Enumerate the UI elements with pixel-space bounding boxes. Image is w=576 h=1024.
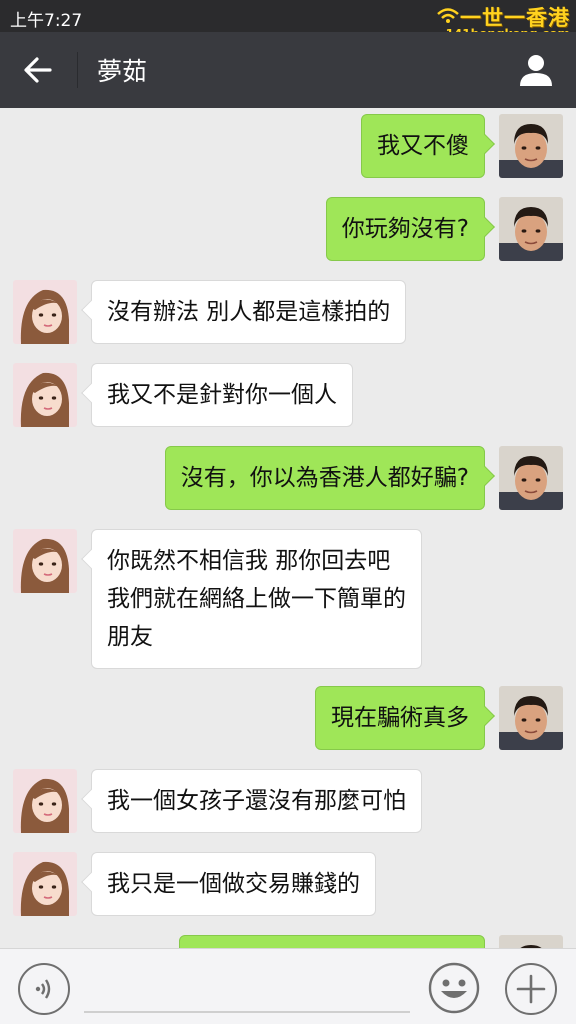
person-icon xyxy=(520,55,552,86)
my-avatar[interactable] xyxy=(499,114,563,178)
status-time: 上午7:27 xyxy=(10,11,83,31)
my-avatar[interactable] xyxy=(499,686,563,750)
sent-message-bubble[interactable] xyxy=(179,935,485,948)
my-avatar[interactable] xyxy=(499,197,563,261)
more-button[interactable] xyxy=(505,963,557,1015)
sent-message-bubble[interactable]: 現在騙術真多 xyxy=(315,686,495,750)
voice-button[interactable] xyxy=(18,963,70,1015)
message-text: 沒有，你以為香港人都好騙? xyxy=(180,465,469,491)
bubble-tail xyxy=(81,300,101,320)
chat-header: 夢茹 xyxy=(0,32,576,108)
message-row: 我又不傻 xyxy=(0,114,576,178)
status-bar: 上午7:27 一世一香港 141hongkong.com xyxy=(0,0,576,41)
message-text: 我一個女孩子還沒有那麼可怕 xyxy=(107,788,406,814)
received-message-bubble[interactable]: 我只是一個做交易賺錢的 xyxy=(81,852,376,916)
sent-message-bubble[interactable]: 我又不傻 xyxy=(361,114,495,178)
sent-message-bubble[interactable]: 你玩夠沒有? xyxy=(325,197,495,261)
emoji-button[interactable] xyxy=(428,962,480,1014)
bubble-tail xyxy=(475,706,495,726)
message-list[interactable]: 我又不傻你玩夠沒有? 沒有辦法 別人都是這樣拍的 我又不是針對你一個人沒有，你以為香… xyxy=(0,108,576,948)
message-text: 現在騙術真多 xyxy=(331,705,469,731)
received-message-bubble[interactable]: 你既然不相信我 那你回去吧 我們就在網絡上做一下簡單的 朋友 xyxy=(81,529,422,669)
message-row: 現在騙術真多 xyxy=(0,686,576,750)
message-row: 我一個女孩子還沒有那麼可怕 xyxy=(0,769,576,833)
message-text: 我們就在網絡上做一下簡單的 xyxy=(107,586,406,612)
bubble-tail xyxy=(81,549,101,569)
message-row xyxy=(0,935,576,948)
voice-icon xyxy=(35,979,51,999)
my-avatar[interactable] xyxy=(499,446,563,510)
plus-icon xyxy=(516,974,546,1004)
profile-button[interactable] xyxy=(518,52,554,88)
message-text: 沒有辦法 別人都是這樣拍的 xyxy=(107,299,391,325)
message-input[interactable] xyxy=(84,961,410,1013)
back-button[interactable] xyxy=(18,50,58,90)
message-row: 我只是一個做交易賺錢的 xyxy=(0,852,576,916)
input-bar xyxy=(0,948,576,1024)
bubble-tail xyxy=(475,466,495,486)
bubble-tail xyxy=(475,134,495,154)
bubble-tail xyxy=(81,789,101,809)
bubble-tail xyxy=(475,217,495,237)
received-message-bubble[interactable]: 我又不是針對你一個人 xyxy=(81,363,353,427)
chat-title: 夢茹 xyxy=(97,57,148,86)
sent-message-bubble[interactable]: 沒有，你以為香港人都好騙? xyxy=(164,446,495,510)
message-text: 我只是一個做交易賺錢的 xyxy=(107,871,360,897)
message-text: 你既然不相信我 那你回去吧 xyxy=(107,548,391,574)
contact-avatar[interactable] xyxy=(13,363,77,427)
arrow-left-icon xyxy=(24,57,52,83)
contact-avatar[interactable] xyxy=(13,769,77,833)
message-row: 沒有，你以為香港人都好騙? xyxy=(0,446,576,510)
received-message-bubble[interactable]: 沒有辦法 別人都是這樣拍的 xyxy=(81,280,407,344)
contact-avatar[interactable] xyxy=(13,529,77,593)
received-message-bubble[interactable]: 我一個女孩子還沒有那麼可怕 xyxy=(81,769,422,833)
smiley-icon xyxy=(428,962,480,1014)
message-row: 我又不是針對你一個人 xyxy=(0,363,576,427)
message-text: 朋友 xyxy=(107,624,153,650)
wifi-icon xyxy=(437,8,459,23)
my-avatar[interactable] xyxy=(499,935,563,948)
bubble-tail xyxy=(81,872,101,892)
contact-avatar[interactable] xyxy=(13,280,77,344)
message-row: 你既然不相信我 那你回去吧 我們就在網絡上做一下簡單的 朋友 xyxy=(0,529,576,669)
message-text: 我又不是針對你一個人 xyxy=(107,382,337,408)
message-text: 你玩夠沒有? xyxy=(341,216,469,242)
header-divider xyxy=(77,52,78,88)
bubble-tail xyxy=(81,383,101,403)
message-row: 你玩夠沒有? xyxy=(0,197,576,261)
message-text: 我又不傻 xyxy=(377,133,469,159)
contact-avatar[interactable] xyxy=(13,852,77,916)
message-row: 沒有辦法 別人都是這樣拍的 xyxy=(0,280,576,344)
